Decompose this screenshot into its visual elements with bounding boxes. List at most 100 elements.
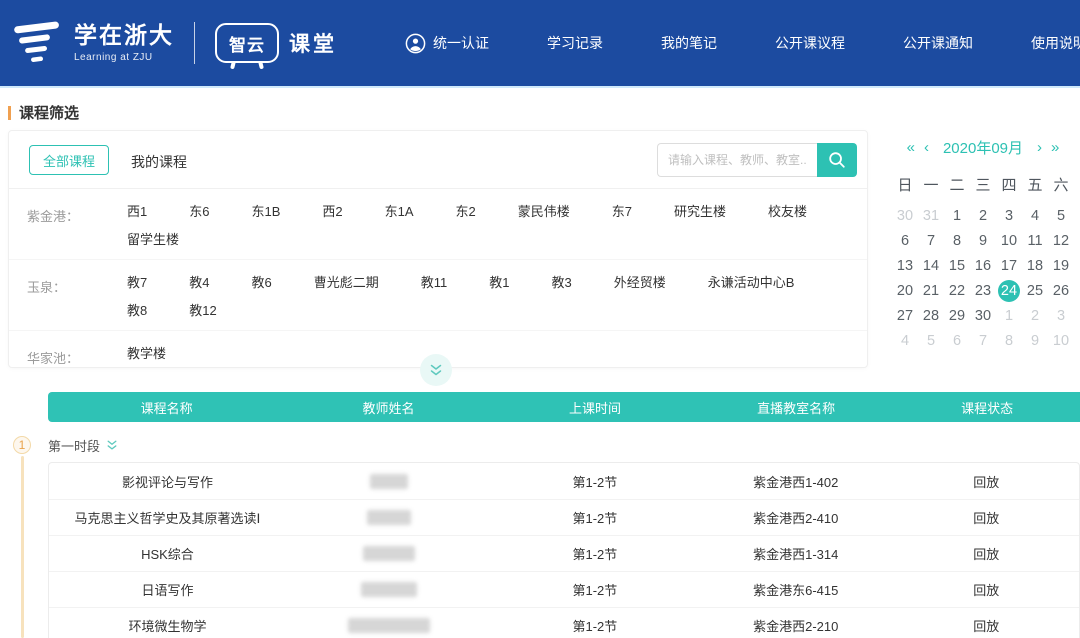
teacher-name-redacted <box>370 474 408 489</box>
prev-year-button[interactable]: « <box>906 140 916 155</box>
search-input[interactable] <box>657 143 817 177</box>
building-item[interactable]: 教3 <box>551 269 571 297</box>
building-item[interactable]: 东1B <box>251 198 280 226</box>
calendar-day-selected[interactable]: 24 <box>996 278 1022 303</box>
calendar-day[interactable]: 6 <box>944 328 970 353</box>
building-item[interactable]: 教6 <box>251 269 271 297</box>
segment-toggle[interactable]: 第一时段 <box>48 436 118 455</box>
building-item[interactable]: 研究生楼 <box>674 198 726 226</box>
table-row[interactable]: 影视评论与写作第1-2节紫金港西1-402回放 <box>49 463 1079 499</box>
building-item[interactable]: 教7 <box>127 269 147 297</box>
playback-link[interactable]: 回放 <box>973 580 999 599</box>
calendar-day[interactable]: 10 <box>996 228 1022 253</box>
table-row[interactable]: 马克思主义哲学史及其原著选读Ⅰ第1-2节紫金港西2-410回放 <box>49 499 1079 535</box>
calendar-day[interactable]: 14 <box>918 253 944 278</box>
building-item[interactable]: 蒙民伟楼 <box>518 198 570 226</box>
calendar-day[interactable]: 28 <box>918 303 944 328</box>
calendar-day[interactable]: 5 <box>918 328 944 353</box>
building-item[interactable]: 外经贸楼 <box>614 269 666 297</box>
calendar: « ‹ 2020年09月 › » 日一二三四五六 303112345678910… <box>886 132 1080 353</box>
calendar-day[interactable]: 18 <box>1022 253 1048 278</box>
table-row[interactable]: 环境微生物学第1-2节紫金港西2-210回放 <box>49 607 1079 638</box>
playback-link[interactable]: 回放 <box>973 508 999 527</box>
calendar-day[interactable]: 20 <box>892 278 918 303</box>
nav-item-1[interactable]: 学习记录 <box>547 33 603 53</box>
search-box <box>657 143 857 177</box>
calendar-month-label[interactable]: 2020年09月 <box>943 137 1023 158</box>
calendar-day[interactable]: 4 <box>892 328 918 353</box>
nav-item-3[interactable]: 公开课议程 <box>775 33 845 53</box>
nav-item-0[interactable]: 统一认证 <box>405 33 489 54</box>
calendar-day[interactable]: 9 <box>1022 328 1048 353</box>
calendar-day[interactable]: 9 <box>970 228 996 253</box>
calendar-day[interactable]: 1 <box>944 203 970 228</box>
tab-my-courses[interactable]: 我的课程 <box>131 152 187 172</box>
search-button[interactable] <box>817 143 857 177</box>
calendar-day[interactable]: 12 <box>1048 228 1074 253</box>
calendar-day[interactable]: 17 <box>996 253 1022 278</box>
building-item[interactable]: 东6 <box>189 198 209 226</box>
status-cell: 回放 <box>894 616 1079 635</box>
calendar-day[interactable]: 1 <box>996 303 1022 328</box>
nav-item-5[interactable]: 使用说明 <box>1031 33 1080 53</box>
building-item[interactable]: 教学楼 <box>127 340 166 368</box>
building-item[interactable]: 曹光彪二期 <box>314 269 379 297</box>
building-item[interactable]: 教12 <box>189 297 216 325</box>
calendar-day[interactable]: 23 <box>970 278 996 303</box>
course-table-header: 课程名称教师姓名上课时间直播教室名称课程状态 <box>48 392 1080 422</box>
calendar-day[interactable]: 2 <box>1022 303 1048 328</box>
logo[interactable]: 学在浙大 Learning at ZJU 智云 课堂 <box>12 0 337 86</box>
building-item[interactable]: 东7 <box>612 198 632 226</box>
calendar-day[interactable]: 3 <box>1048 303 1074 328</box>
building-item[interactable]: 教1 <box>489 269 509 297</box>
building-item[interactable]: 留学生楼 <box>127 226 179 254</box>
building-item[interactable]: 教11 <box>421 269 448 297</box>
calendar-day[interactable]: 6 <box>892 228 918 253</box>
playback-link[interactable]: 回放 <box>973 472 999 491</box>
calendar-day[interactable]: 2 <box>970 203 996 228</box>
calendar-day[interactable]: 22 <box>944 278 970 303</box>
calendar-day[interactable]: 30 <box>892 203 918 228</box>
calendar-day[interactable]: 30 <box>970 303 996 328</box>
calendar-day[interactable]: 7 <box>918 228 944 253</box>
calendar-day[interactable]: 11 <box>1022 228 1048 253</box>
building-item[interactable]: 教8 <box>127 297 147 325</box>
calendar-day[interactable]: 25 <box>1022 278 1048 303</box>
building-item[interactable]: 永谦活动中心B <box>708 269 795 297</box>
tab-all-courses[interactable]: 全部课程 <box>29 145 109 175</box>
next-month-button[interactable]: › <box>1036 140 1043 155</box>
building-item[interactable]: 东1A <box>385 198 414 226</box>
calendar-day[interactable]: 16 <box>970 253 996 278</box>
class-time-cell: 第1-2节 <box>492 616 698 635</box>
playback-link[interactable]: 回放 <box>973 616 999 635</box>
calendar-day[interactable]: 26 <box>1048 278 1074 303</box>
calendar-day[interactable]: 8 <box>944 228 970 253</box>
prev-month-button[interactable]: ‹ <box>923 140 930 155</box>
calendar-day[interactable]: 31 <box>918 203 944 228</box>
next-year-button[interactable]: » <box>1050 140 1060 155</box>
calendar-day[interactable]: 10 <box>1048 328 1074 353</box>
calendar-day[interactable]: 4 <box>1022 203 1048 228</box>
nav-item-4[interactable]: 公开课通知 <box>903 33 973 53</box>
nav-item-2[interactable]: 我的笔记 <box>661 33 717 53</box>
calendar-day[interactable]: 8 <box>996 328 1022 353</box>
building-item[interactable]: 教4 <box>189 269 209 297</box>
table-row[interactable]: HSK综合第1-2节紫金港西1-314回放 <box>49 535 1079 571</box>
calendar-day[interactable]: 27 <box>892 303 918 328</box>
calendar-day[interactable]: 7 <box>970 328 996 353</box>
building-item[interactable]: 东2 <box>456 198 476 226</box>
calendar-day[interactable]: 21 <box>918 278 944 303</box>
calendar-day[interactable]: 3 <box>996 203 1022 228</box>
calendar-day[interactable]: 19 <box>1048 253 1074 278</box>
building-item[interactable]: 西1 <box>127 198 147 226</box>
logo-subtitle: Learning at ZJU <box>74 53 174 63</box>
calendar-day[interactable]: 5 <box>1048 203 1074 228</box>
calendar-day[interactable]: 15 <box>944 253 970 278</box>
building-item[interactable]: 西2 <box>322 198 342 226</box>
calendar-day[interactable]: 29 <box>944 303 970 328</box>
playback-link[interactable]: 回放 <box>973 544 999 563</box>
building-item[interactable]: 校友楼 <box>768 198 807 226</box>
table-row[interactable]: 日语写作第1-2节紫金港东6-415回放 <box>49 571 1079 607</box>
expand-filter-button[interactable] <box>420 354 452 386</box>
calendar-day[interactable]: 13 <box>892 253 918 278</box>
